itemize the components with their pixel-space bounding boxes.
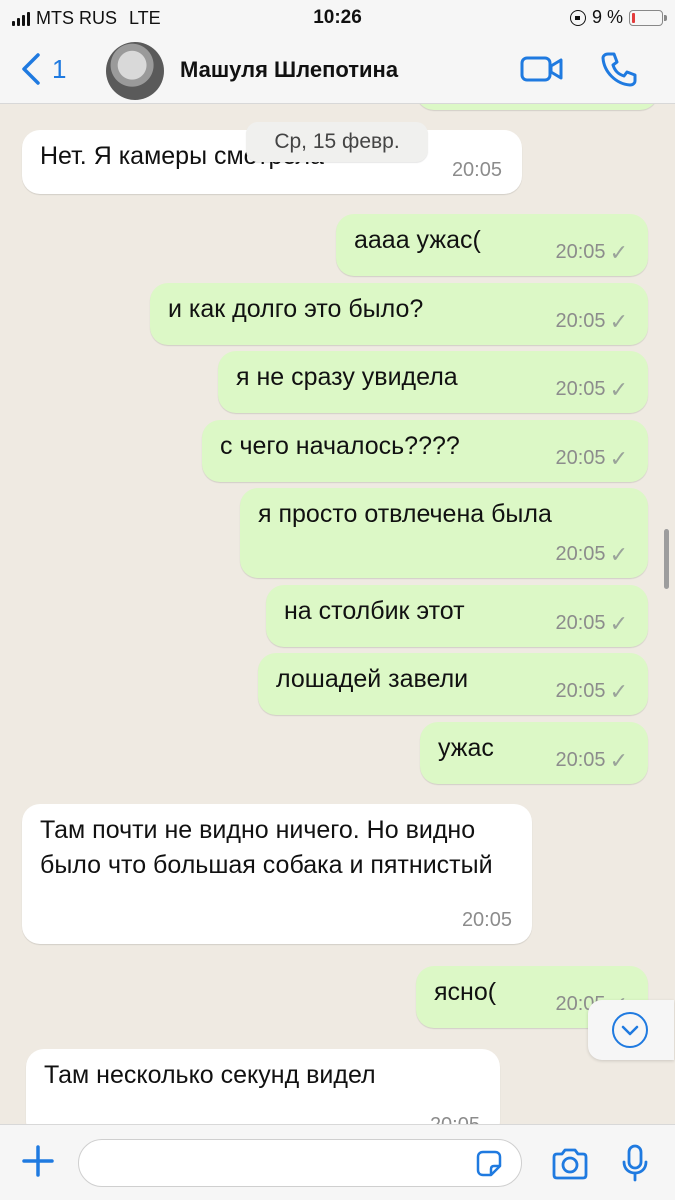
message-bubble[interactable]: Там почти не видно ничего. Но видно было… (22, 804, 532, 944)
message-text: я не сразу увидела (236, 363, 458, 391)
message-meta: 20:05✓ (556, 304, 629, 339)
message-text: с чего началось???? (220, 432, 460, 460)
contact-name[interactable]: Машуля Шлепотина (180, 57, 398, 83)
status-right: 9 % (569, 7, 667, 28)
battery-level (632, 12, 635, 23)
sent-check-icon: ✓ (609, 611, 628, 636)
message-meta: 20:05✓ (556, 372, 629, 407)
date-separator: Ср, 15 февр. (246, 122, 428, 162)
back-button[interactable]: 1 (20, 52, 66, 86)
phone-icon[interactable] (600, 50, 638, 88)
camera-icon[interactable] (550, 1147, 590, 1181)
message-meta: 20:05✓ (556, 537, 629, 572)
chevron-down-icon (612, 1012, 648, 1048)
battery-icon (629, 9, 667, 26)
battery-percent: 9 % (591, 7, 623, 27)
message-meta: 20:05 (430, 1108, 480, 1124)
message-time: 20:05 (461, 909, 512, 931)
message-bubble[interactable]: с чего началось???? 20:05 ✓ (202, 420, 648, 482)
plus-icon[interactable] (20, 1143, 56, 1179)
unread-count: 1 (52, 53, 67, 84)
sent-check-icon: ✓ (609, 748, 628, 773)
video-camera-icon[interactable] (520, 54, 564, 84)
message-time: 20:05 (555, 680, 606, 702)
message-bubble[interactable]: аааа ужас( 20:05 ✓ (336, 214, 648, 276)
message-time: 20:05 (555, 612, 606, 634)
message-bubble[interactable]: я просто отвлечена была 20:05 ✓ (240, 488, 648, 578)
message-text: на столбик этот (284, 597, 465, 625)
message-meta: 20:05✓ (556, 674, 629, 709)
message-time: 20:05 (555, 543, 606, 565)
message-meta: 20:05✓ (556, 441, 629, 476)
scroll-to-bottom-button[interactable] (588, 1000, 674, 1060)
message-meta: 20:05✓ (556, 235, 629, 270)
message-bubble[interactable]: Там несколько секунд видел 20:05 (26, 1049, 500, 1124)
sent-check-icon: ✓ (609, 309, 628, 334)
message-bubble[interactable]: на столбик этот 20:05 ✓ (266, 585, 648, 647)
message-bubble-partial (416, 104, 658, 110)
message-time: 20:05 (555, 447, 606, 469)
sent-check-icon: ✓ (609, 542, 628, 567)
chat-area[interactable]: Нет. Я камеры смотрела 20:05 Ср, 15 февр… (0, 104, 675, 1124)
status-bar: MTS RUS LTE 10:26 9 % (0, 0, 675, 36)
message-meta: 20:05 (452, 153, 502, 188)
message-bubble[interactable]: я не сразу увидела 20:05 ✓ (218, 351, 648, 413)
sent-check-icon: ✓ (609, 377, 628, 402)
sticker-icon[interactable] (474, 1149, 504, 1179)
message-bubble[interactable]: лошадей завели 20:05 ✓ (258, 653, 648, 715)
message-text: Там несколько секунд видел (44, 1061, 376, 1089)
message-text: ясно( (434, 978, 497, 1006)
sent-check-icon: ✓ (609, 446, 628, 471)
chevron-left-icon (22, 53, 40, 85)
avatar[interactable] (106, 42, 164, 100)
message-time: 20:05 (430, 1108, 480, 1124)
sent-check-icon: ✓ (609, 679, 628, 704)
sent-check-icon: ✓ (609, 240, 628, 265)
message-text: ужас (438, 734, 494, 762)
message-meta: 20:05✓ (556, 606, 629, 641)
message-text: лошадей завели (276, 665, 469, 693)
message-time: 20:05 (451, 159, 502, 181)
orientation-lock-icon (569, 9, 586, 26)
message-time: 20:05 (555, 241, 606, 263)
message-time: 20:05 (555, 310, 606, 332)
message-meta: 20:05 (462, 903, 512, 938)
message-text: аааа ужас( (354, 226, 481, 254)
message-time: 20:05 (555, 749, 606, 771)
message-meta: 20:05✓ (556, 743, 629, 778)
message-text: я просто отвлечена была (258, 500, 552, 528)
message-text: Там почти не видно ничего. Но видно было… (40, 816, 493, 879)
microphone-icon[interactable] (620, 1143, 650, 1183)
message-text: и как долго это было? (168, 295, 424, 323)
message-input[interactable] (78, 1139, 522, 1187)
message-time: 20:05 (555, 378, 606, 400)
scrollbar[interactable] (664, 529, 669, 589)
chat-header: 1 Машуля Шлепотина (0, 36, 675, 104)
message-bubble[interactable]: ужас 20:05 ✓ (420, 722, 648, 784)
message-bubble[interactable]: и как долго это было? 20:05 ✓ (150, 283, 648, 345)
composer-bar (0, 1124, 675, 1200)
